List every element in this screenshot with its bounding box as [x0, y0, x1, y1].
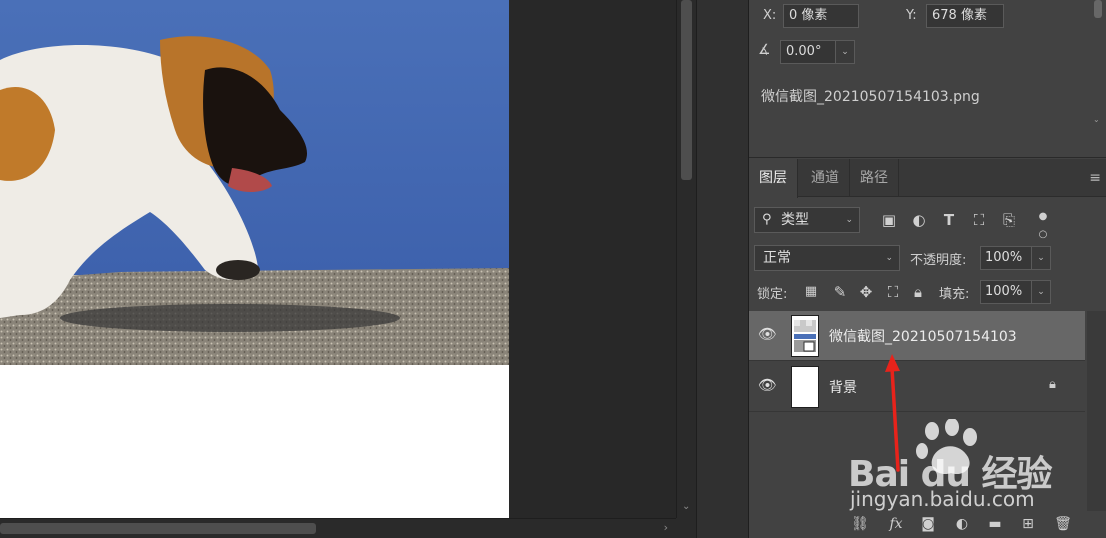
adjustment-layer-filter-icon[interactable]: ◐ — [909, 211, 929, 229]
chevron-down-icon: ⌄ — [845, 215, 853, 225]
baidu-watermark: Bai du 经验 jingyan.baidu.com — [848, 415, 1058, 515]
shape-layer-filter-icon[interactable]: ⛶ — [969, 211, 989, 229]
layer-filter-row: ⚲ 类型 ⌄ ▣ ◐ T ⛶ ⎘ ● ○ — [749, 205, 1106, 240]
filter-type-dropdown[interactable]: ⚲ 类型 ⌄ — [754, 207, 860, 233]
canvas-area[interactable] — [0, 0, 676, 518]
lock-position-icon[interactable]: ✥ — [856, 283, 876, 301]
fx-icon[interactable]: fx — [885, 515, 907, 533]
eye-icon[interactable]: 👁︎ — [758, 325, 778, 343]
layer-name: 微信截图_20210507154103 — [829, 329, 1017, 345]
watermark-url: jingyan.baidu.com — [850, 487, 1035, 511]
layer-row-background[interactable]: 👁︎ 背景 🔒︎ — [749, 362, 1085, 412]
lock-transparent-pixels-icon[interactable]: ▦ — [801, 283, 821, 301]
fill-label: 填充: — [939, 287, 970, 302]
x-label: X: — [763, 8, 777, 23]
chevron-down-icon: ⌄ — [885, 253, 893, 263]
layer-thumbnail — [791, 315, 819, 357]
layers-bottom-toolbar: ⛓ fx ◙ ◐ ▬ ⊞ 🗑︎ — [749, 511, 1106, 538]
panel-dock-gutter — [696, 0, 748, 538]
tab-paths[interactable]: 路径 — [850, 159, 899, 197]
y-label: Y: — [906, 8, 917, 23]
scrollbar-corner — [676, 518, 696, 538]
smart-object-filter-icon[interactable]: ⎘ — [999, 211, 1019, 229]
scroll-down-icon[interactable]: ⌄ — [682, 501, 690, 512]
search-icon: ⚲ — [762, 212, 772, 227]
blend-mode-dropdown[interactable]: 正常 ⌄ — [754, 245, 900, 271]
lock-icon: 🔒︎ — [1049, 377, 1056, 392]
angle-field[interactable]: 0.00° — [780, 40, 836, 64]
puppy-photo — [0, 0, 509, 365]
new-group-icon[interactable]: ▬ — [984, 515, 1006, 533]
fill-field[interactable]: 100% — [980, 280, 1032, 304]
tab-layers[interactable]: 图层 — [749, 159, 798, 198]
add-mask-icon[interactable]: ◙ — [917, 515, 939, 533]
opacity-field[interactable]: 100% — [980, 246, 1032, 270]
panel-tabs: 图层 通道 路径 ≡ — [749, 159, 1106, 198]
lock-fill-row: 锁定: ▦ ✎ ✥ ⛶ 🔒︎ 填充: 100% ⌄ — [749, 277, 1106, 307]
scroll-right-icon[interactable]: › — [664, 521, 668, 534]
angle-dropdown-button[interactable]: ⌄ — [835, 40, 855, 64]
blend-mode-value: 正常 — [763, 250, 791, 266]
opacity-dropdown-button[interactable]: ⌄ — [1031, 246, 1051, 270]
properties-scrollbar[interactable]: ⌄ — [1093, 0, 1103, 124]
eye-icon[interactable]: 👁︎ — [758, 376, 778, 394]
properties-scroll-thumb[interactable] — [1094, 0, 1102, 18]
properties-panel: X: 0 像素 Y: 678 像素 ∡ 0.00° ⌄ 微信截图_2021050… — [749, 0, 1106, 158]
trash-icon[interactable]: 🗑︎ — [1052, 515, 1074, 533]
lock-all-icon[interactable]: 🔒︎ — [908, 283, 928, 301]
vertical-scrollbar[interactable]: ⌄ — [676, 0, 696, 518]
fill-dropdown-button[interactable]: ⌄ — [1031, 280, 1051, 304]
panel-menu-icon[interactable]: ≡ — [1089, 170, 1101, 186]
layer-row-screenshot[interactable]: 👁︎ 微信截图_20210507154103 — [749, 311, 1085, 361]
linked-filename: 微信截图_20210507154103.png — [761, 89, 980, 105]
new-layer-icon[interactable]: ⊞ — [1017, 515, 1039, 533]
tab-channels[interactable]: 通道 — [801, 159, 850, 197]
lock-label: 锁定: — [757, 287, 788, 302]
filter-type-value: 类型 — [781, 212, 809, 228]
vertical-scroll-thumb[interactable] — [681, 0, 692, 180]
horizontal-scrollbar[interactable]: › — [0, 518, 676, 538]
filter-toggle-icon[interactable]: ● ○ — [1033, 208, 1053, 244]
y-position-field[interactable]: 678 像素 — [926, 4, 1004, 28]
properties-scroll-down-icon[interactable]: ⌄ — [1093, 115, 1100, 124]
document-canvas[interactable] — [0, 0, 509, 518]
blend-opacity-row: 正常 ⌄ 不透明度: 100% ⌄ — [749, 243, 1106, 273]
link-layers-icon[interactable]: ⛓ — [849, 515, 871, 533]
type-layer-filter-icon[interactable]: T — [939, 211, 959, 229]
angle-icon: ∡ — [758, 42, 771, 58]
layer-name: 背景 — [829, 380, 857, 396]
adjustment-layer-icon[interactable]: ◐ — [951, 515, 973, 533]
lock-image-pixels-icon[interactable]: ✎ — [830, 283, 850, 301]
horizontal-scroll-thumb[interactable] — [0, 523, 316, 534]
x-position-field[interactable]: 0 像素 — [783, 4, 859, 28]
opacity-label: 不透明度: — [910, 253, 967, 268]
lock-artboard-icon[interactable]: ⛶ — [883, 283, 903, 301]
layer-list-scrollbar[interactable] — [1087, 311, 1106, 511]
layer-thumbnail — [791, 366, 819, 408]
pixel-layer-filter-icon[interactable]: ▣ — [879, 211, 899, 229]
